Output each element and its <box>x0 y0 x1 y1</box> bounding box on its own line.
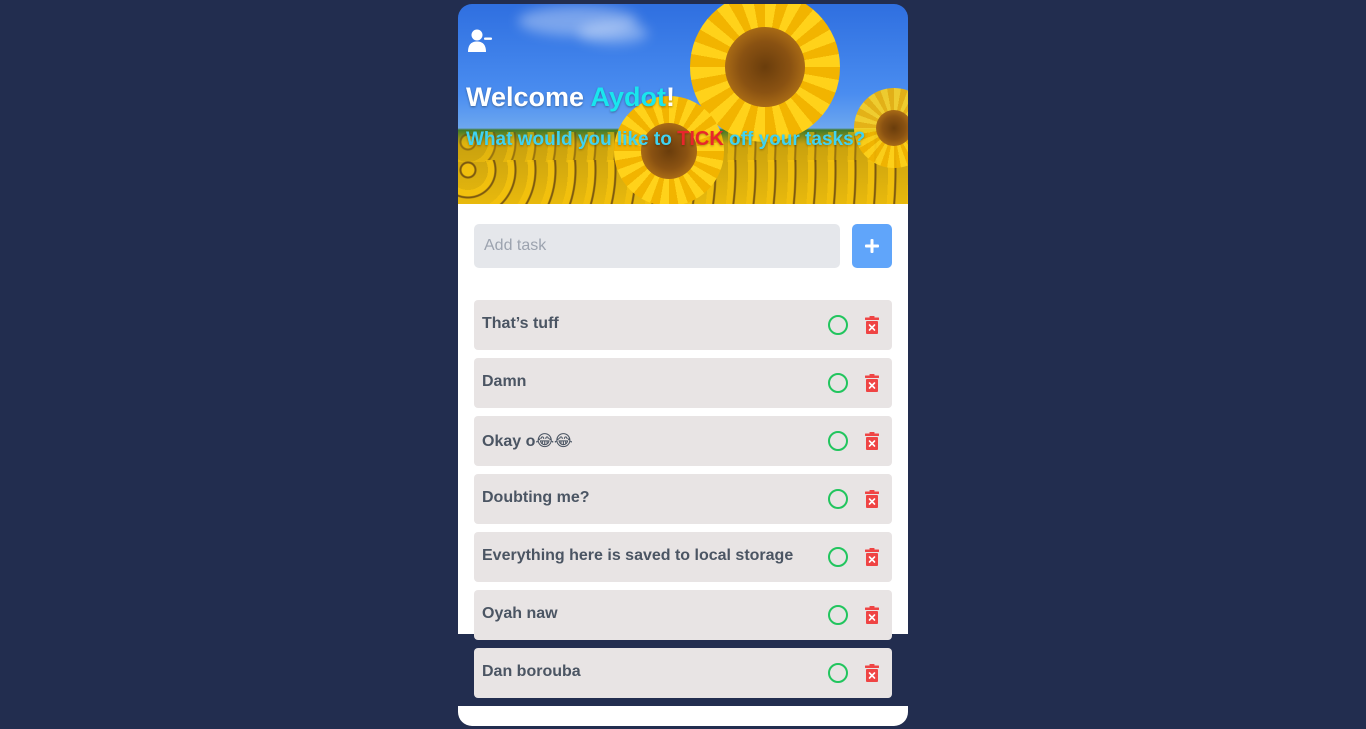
plus-icon <box>865 239 879 253</box>
welcome-prefix: Welcome <box>466 82 591 112</box>
complete-task-button[interactable] <box>828 431 848 451</box>
complete-task-button[interactable] <box>828 489 848 509</box>
trash-icon[interactable] <box>865 664 879 682</box>
task-item: Okay o😂😂 <box>474 416 892 466</box>
complete-task-button[interactable] <box>828 605 848 625</box>
task-item: Everything here is saved to local storag… <box>474 532 892 582</box>
panel-bottom-edge <box>458 706 908 726</box>
welcome-suffix: ! <box>666 82 676 112</box>
todo-card: Welcome Aydot! What would you like to TI… <box>458 4 908 204</box>
complete-task-button[interactable] <box>828 315 848 335</box>
task-item: That’s tuff <box>474 300 892 350</box>
trash-icon[interactable] <box>865 606 879 624</box>
user-name: Aydot <box>590 82 667 112</box>
subtitle-start: What would you like to <box>466 129 678 150</box>
complete-task-button[interactable] <box>828 373 848 393</box>
add-task-row <box>474 224 892 268</box>
subtitle-emphasis: TICK <box>677 128 724 150</box>
cloud <box>578 22 648 44</box>
task-label: Okay o😂😂 <box>482 433 573 450</box>
trash-icon[interactable] <box>865 490 879 508</box>
subtitle-end: off your tasks? <box>723 129 866 150</box>
task-label: Oyah naw <box>482 605 558 622</box>
task-item: Damn <box>474 358 892 408</box>
trash-icon[interactable] <box>865 374 879 392</box>
trash-icon[interactable] <box>865 432 879 450</box>
header-banner: Welcome Aydot! What would you like to TI… <box>458 4 908 204</box>
task-item: Dan borouba <box>474 648 892 698</box>
welcome-heading: Welcome Aydot! <box>466 82 675 113</box>
trash-icon[interactable] <box>865 316 879 334</box>
task-item: Oyah naw <box>474 590 892 640</box>
task-label: Damn <box>482 373 527 390</box>
task-label: Everything here is saved to local storag… <box>482 547 794 564</box>
complete-task-button[interactable] <box>828 663 848 683</box>
task-label: Doubting me? <box>482 489 590 506</box>
task-label: That’s tuff <box>482 315 559 332</box>
welcome-subtitle: What would you like to TICK off your tas… <box>466 128 865 151</box>
add-task-button[interactable] <box>852 224 892 268</box>
task-label: Dan borouba <box>482 663 581 680</box>
complete-task-button[interactable] <box>828 547 848 567</box>
user-minus-icon[interactable] <box>468 28 492 54</box>
task-list: That’s tuff Damn Okay o😂😂 Doubting me? E… <box>474 300 892 706</box>
task-item: Doubting me? <box>474 474 892 524</box>
add-task-input[interactable] <box>474 224 840 268</box>
trash-icon[interactable] <box>865 548 879 566</box>
